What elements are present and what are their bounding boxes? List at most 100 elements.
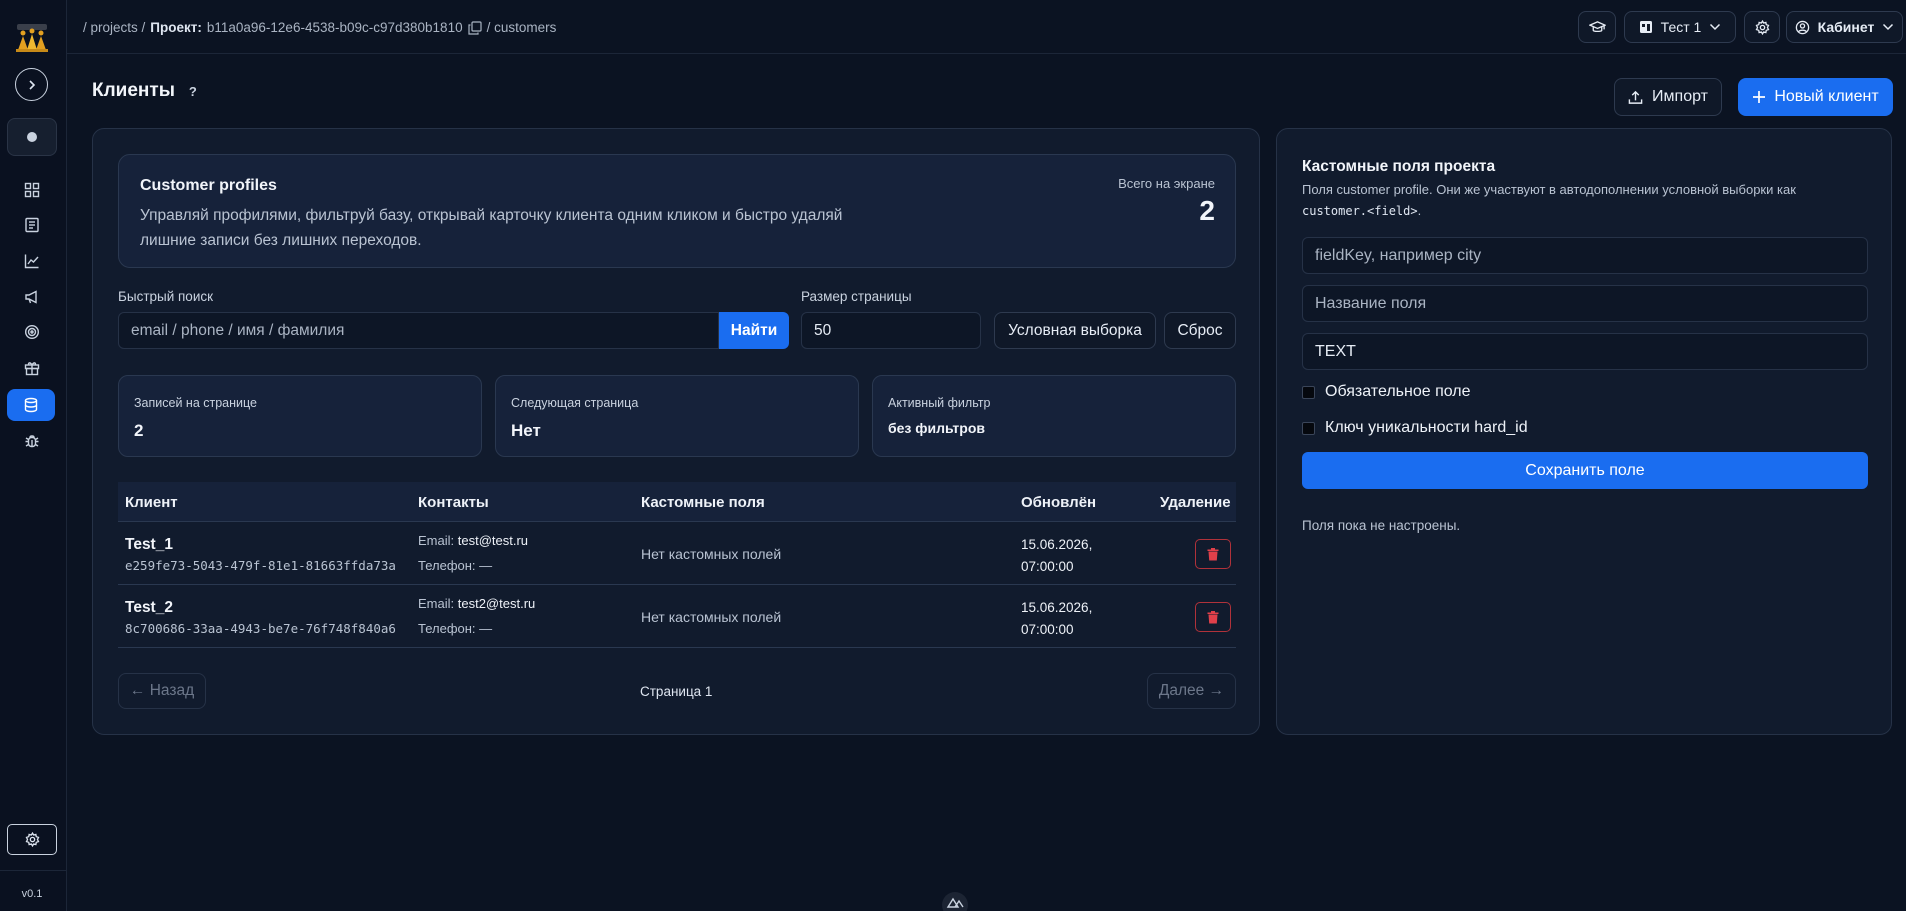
updated-date: 15.06.2026, xyxy=(1021,600,1093,615)
top-bar: / projects / Проект: b11a0a96-12e6-4538-… xyxy=(67,0,1906,54)
nav-debug[interactable] xyxy=(12,427,52,455)
page-size-input[interactable]: 50 xyxy=(801,312,981,349)
search-input[interactable]: email / phone / имя / фамилия xyxy=(118,312,719,349)
gear-icon xyxy=(25,832,39,847)
stat-label: Записей на странице xyxy=(134,396,257,410)
upload-icon xyxy=(1628,90,1643,104)
graduation-cap-icon xyxy=(1588,20,1606,32)
contact-phone: Телефон: — xyxy=(418,621,493,636)
client-name[interactable]: Test_1 xyxy=(125,536,173,554)
import-button[interactable]: Импорт xyxy=(1614,78,1722,116)
desc-code: customer.<field> xyxy=(1302,204,1418,218)
field-name-input[interactable]: Название поля xyxy=(1302,285,1868,322)
user-circle-icon xyxy=(1795,20,1809,34)
nav-campaigns[interactable] xyxy=(12,283,52,311)
field-type-select[interactable]: TEXT xyxy=(1302,333,1868,370)
updated-time: 07:00:00 xyxy=(1021,622,1074,637)
sidebar-settings-button[interactable] xyxy=(7,824,57,855)
framework-logo-icon xyxy=(942,892,968,911)
nav-documents[interactable] xyxy=(12,211,52,239)
breadcrumb: / projects / Проект: b11a0a96-12e6-4538-… xyxy=(83,20,556,35)
table-row[interactable]: Test_2 8c700686-33aa-4943-be7e-76f748f84… xyxy=(118,585,1236,648)
delete-button[interactable] xyxy=(1195,539,1231,569)
table-row[interactable]: Test_1 e259fe73-5043-479f-81e1-81663ffda… xyxy=(118,522,1236,585)
table-header: Клиент Контакты Кастомные поля Обновлён … xyxy=(118,482,1236,522)
required-label: Обязательное поле xyxy=(1325,383,1471,400)
stat-value: 2 xyxy=(134,421,144,440)
chart-line-icon xyxy=(24,254,39,269)
desc-text: Поля customer profile. Они же участвуют … xyxy=(1302,182,1796,197)
import-label: Импорт xyxy=(1652,88,1708,105)
trash-icon xyxy=(1207,610,1219,623)
find-button[interactable]: Найти xyxy=(719,312,789,349)
page-title: Клиенты ? xyxy=(92,80,197,102)
status-button[interactable] xyxy=(7,118,57,156)
stat-label: Следующая страница xyxy=(511,396,639,410)
delete-button[interactable] xyxy=(1195,602,1231,632)
contact-email: Email: test@test.ru xyxy=(418,533,528,548)
learn-button[interactable] xyxy=(1578,11,1616,43)
nav-rewards[interactable] xyxy=(12,354,52,382)
breadcrumb-project-id[interactable]: b11a0a96-12e6-4538-b09c-c97d380b1810 xyxy=(207,20,463,35)
page-indicator: Страница 1 xyxy=(640,684,713,699)
hero-count-label: Всего на экране xyxy=(1118,176,1215,191)
custom-fields-title: Кастомные поля проекта xyxy=(1302,158,1496,175)
field-key-input[interactable]: fieldKey, например city xyxy=(1302,237,1868,274)
account-menu[interactable]: Кабинет xyxy=(1786,11,1903,43)
prev-page-button[interactable]: ← Назад xyxy=(118,673,206,709)
plus-icon xyxy=(1753,91,1766,103)
app-version: v0.1 xyxy=(21,888,43,900)
expand-sidebar-button[interactable] xyxy=(15,68,48,101)
email-label: Email: xyxy=(418,596,455,611)
column-delete: Удаление xyxy=(1160,494,1231,511)
stat-records-card: Записей на странице 2 xyxy=(118,375,482,457)
breadcrumb-projects[interactable]: / projects / xyxy=(83,20,145,35)
account-label: Кабинет xyxy=(1817,19,1875,35)
next-page-button[interactable]: Далее → xyxy=(1147,673,1236,709)
save-field-button[interactable]: Сохранить поле xyxy=(1302,452,1868,489)
breadcrumb-customers[interactable]: / customers xyxy=(487,20,557,35)
updated-cell: 15.06.2026, 07:00:00 xyxy=(1021,597,1092,641)
page-title-text: Клиенты xyxy=(92,80,175,101)
stat-active-filter-card: Активный фильтр без фильтров xyxy=(872,375,1236,457)
new-customer-button[interactable]: Новый клиент xyxy=(1738,78,1893,116)
updated-cell: 15.06.2026, 07:00:00 xyxy=(1021,534,1092,578)
copy-icon[interactable] xyxy=(467,20,482,35)
workspace-select[interactable]: Тест 1 xyxy=(1624,11,1736,43)
chevron-right-icon xyxy=(28,79,35,90)
nav-analytics[interactable] xyxy=(12,247,52,275)
customers-panel: Customer profiles Управляй профилями, фи… xyxy=(92,128,1260,735)
desc-suffix: . xyxy=(1417,203,1422,218)
stat-value: Нет xyxy=(511,421,541,440)
custom-fields-panel: Кастомные поля проекта Поля customer pro… xyxy=(1276,128,1892,735)
reset-button[interactable]: Сброс xyxy=(1164,312,1236,349)
megaphone-icon xyxy=(25,290,37,304)
breadcrumb-project-label: Проект: xyxy=(150,20,202,35)
help-icon[interactable]: ? xyxy=(189,84,197,99)
chevron-down-icon xyxy=(1710,23,1721,31)
conditional-filter-button[interactable]: Условная выборка xyxy=(994,312,1156,349)
required-checkbox[interactable] xyxy=(1302,385,1315,399)
app-logo-icon[interactable] xyxy=(13,22,51,54)
nav-dashboard[interactable] xyxy=(12,176,52,204)
trash-icon xyxy=(1207,547,1219,560)
workspace-name: Тест 1 xyxy=(1660,19,1702,35)
contact-phone: Телефон: — xyxy=(418,558,493,573)
updated-time: 07:00:00 xyxy=(1021,559,1074,574)
hero-description: Управляй профилями, фильтруй базу, откры… xyxy=(140,207,843,249)
hero-title: Customer profiles xyxy=(140,177,277,194)
required-checkbox-row[interactable]: Обязательное поле xyxy=(1302,383,1471,401)
settings-button[interactable] xyxy=(1744,11,1780,43)
stat-next-page-card: Следующая страница Нет xyxy=(495,375,859,457)
client-id: 8c700686-33aa-4943-be7e-76f748f840a6 xyxy=(125,621,396,636)
column-contacts: Контакты xyxy=(418,494,489,511)
client-name[interactable]: Test_2 xyxy=(125,599,173,617)
target-icon xyxy=(24,324,40,340)
document-icon xyxy=(25,217,39,233)
nav-goals[interactable] xyxy=(12,318,52,346)
status-dot-icon xyxy=(27,132,37,142)
unique-checkbox-row[interactable]: Ключ уникальности hard_id xyxy=(1302,419,1528,437)
unique-checkbox[interactable] xyxy=(1302,421,1315,435)
nav-customers[interactable] xyxy=(7,389,55,421)
grid-icon xyxy=(24,182,40,198)
